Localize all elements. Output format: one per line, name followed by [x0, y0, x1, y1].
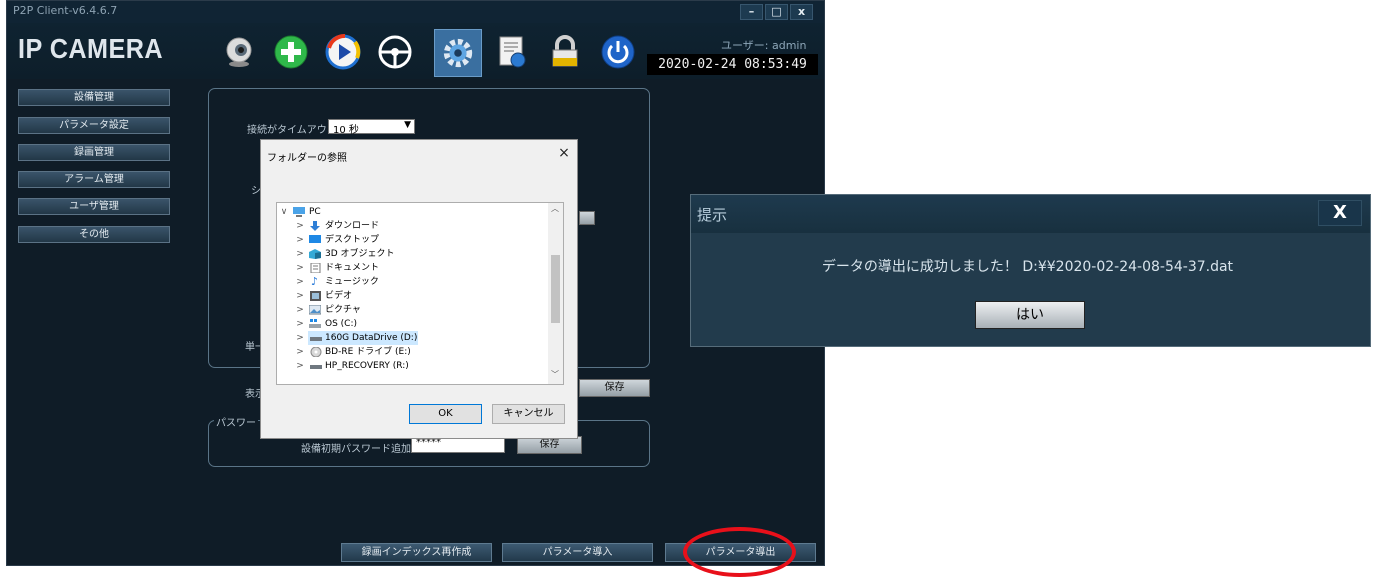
computer-icon: [293, 207, 305, 217]
app-logo: IP CAMERA: [18, 33, 164, 64]
save-button[interactable]: 保存: [579, 379, 650, 397]
tree-item-label: 3D オブジェクト: [325, 249, 395, 259]
disc-drive-icon: [310, 347, 322, 357]
pictures-icon: [309, 305, 321, 315]
sidebar-item-parameter-settings[interactable]: パラメータ設定: [18, 117, 170, 134]
sidebar-item-alarm-management[interactable]: アラーム管理: [18, 171, 170, 188]
play-icon[interactable]: [325, 34, 361, 70]
scroll-up-icon[interactable]: ︿: [551, 203, 559, 214]
sidebar-item-device-management[interactable]: 設備管理: [18, 89, 170, 106]
chevron-right-icon: >: [296, 319, 304, 329]
chevron-right-icon: >: [296, 221, 304, 231]
cube-icon: [309, 249, 321, 259]
hard-drive-icon: [310, 337, 322, 341]
tree-item-label: PC: [309, 207, 321, 217]
chevron-down-icon: ▼: [404, 120, 411, 130]
dialog-title: フォルダーの参照: [267, 153, 347, 164]
yes-button[interactable]: はい: [975, 301, 1085, 329]
tree-item-datadrive-d[interactable]: > 160G DataDrive (D:): [277, 331, 547, 345]
tree-item-label: デスクトップ: [325, 235, 380, 245]
cancel-button[interactable]: キャンセル: [492, 404, 565, 424]
chevron-right-icon: >: [296, 361, 304, 371]
chevron-right-icon: >: [296, 347, 304, 357]
notice-title-bar: 提示 X: [691, 195, 1370, 233]
sidebar-item-recording-management[interactable]: 録画管理: [18, 144, 170, 161]
tree-item-downloads[interactable]: > ダウンロード: [277, 219, 547, 233]
tree-item-hp-recovery-r[interactable]: > HP_RECOVERY (R:): [277, 359, 547, 373]
sidebar-item-user-management[interactable]: ユーザ管理: [18, 198, 170, 215]
webcam-icon[interactable]: [221, 34, 257, 70]
tree-item-label: ピクチャ: [325, 305, 361, 315]
settings-tab-highlight[interactable]: [434, 29, 482, 77]
chevron-right-icon: >: [296, 291, 304, 301]
add-icon[interactable]: [273, 34, 309, 70]
folder-browse-dialog: フォルダーの参照 × ∨ PC > ダウンロード > デスクトップ > 3D オ…: [260, 139, 578, 439]
document-file-icon: [310, 263, 321, 273]
settings-gear-icon: [443, 38, 473, 68]
header: IP CAMERA ユーザー: admin 2020-02-24 08:53:4…: [7, 23, 824, 79]
tree-item-label: ミュージック: [325, 277, 379, 287]
highlight-circle: [683, 527, 796, 577]
title-bar: P2P Client-v6.4.6.7 – □ x: [7, 1, 824, 23]
video-icon: [310, 291, 321, 301]
tree-item-label: BD-RE ドライブ (E:): [325, 347, 411, 357]
tree-scrollbar[interactable]: ︿ ﹀: [548, 203, 563, 384]
dialog-close-button[interactable]: ×: [555, 144, 573, 162]
chevron-right-icon: >: [296, 235, 304, 245]
tree-item-label: ビデオ: [325, 291, 353, 301]
clock-display: 2020-02-24 08:53:49: [647, 54, 818, 75]
timeout-label: 接続がタイムアウト: [247, 125, 337, 136]
window-title: P2P Client-v6.4.6.7: [13, 4, 118, 17]
desktop-icon: [309, 235, 321, 243]
hard-drive-icon: [310, 365, 322, 369]
document-icon[interactable]: [494, 34, 530, 70]
steering-wheel-icon[interactable]: [377, 34, 413, 70]
maximize-button[interactable]: □: [765, 4, 788, 20]
sidebar-item-other[interactable]: その他: [18, 226, 170, 243]
chevron-down-icon: ∨: [280, 207, 288, 217]
ok-button[interactable]: OK: [409, 404, 482, 424]
chevron-right-icon: >: [296, 305, 304, 315]
tree-item-bd-re-e[interactable]: > BD-RE ドライブ (E:): [277, 345, 547, 359]
tree-item-label: HP_RECOVERY (R:): [325, 361, 409, 371]
tree-item-pictures[interactable]: > ピクチャ: [277, 303, 547, 317]
import-params-button[interactable]: パラメータ導入: [502, 543, 653, 562]
folder-tree[interactable]: ∨ PC > ダウンロード > デスクトップ > 3D オブジェクト > ドキュ…: [276, 202, 564, 385]
windows-drive-icon: [309, 319, 321, 328]
chevron-right-icon: >: [296, 249, 304, 259]
notice-close-button[interactable]: X: [1318, 200, 1362, 226]
timeout-value: 10 秒: [333, 125, 359, 136]
tree-item-os-c[interactable]: > OS (C:): [277, 317, 547, 331]
minimize-button[interactable]: –: [740, 4, 763, 20]
close-button[interactable]: x: [790, 4, 813, 20]
scroll-down-icon[interactable]: ﹀: [551, 369, 559, 380]
lock-icon[interactable]: [547, 34, 583, 70]
password-label: 設備初期パスワード追加: [301, 444, 411, 455]
rebuild-index-button[interactable]: 録画インデックス再作成: [341, 543, 492, 562]
tree-item-label: ダウンロード: [325, 221, 380, 231]
tree-item-music[interactable]: > ♪ ミュージック: [277, 275, 547, 289]
tree-item-3d-objects[interactable]: > 3D オブジェクト: [277, 247, 547, 261]
download-icon: [310, 221, 320, 231]
scrollbar-thumb[interactable]: [551, 255, 560, 323]
tree-item-label: 160G DataDrive (D:): [325, 333, 418, 343]
hidden-partial-button[interactable]: [579, 211, 595, 225]
user-label: ユーザー: admin: [721, 39, 807, 52]
power-icon[interactable]: [600, 34, 636, 70]
tree-item-label: OS (C:): [325, 319, 357, 329]
password-group-label: パスワー: [214, 414, 258, 429]
notice-title: 提示: [697, 206, 728, 224]
chevron-right-icon: >: [296, 263, 304, 273]
tree-item-label: ドキュメント: [325, 263, 380, 273]
chevron-right-icon: >: [296, 333, 304, 343]
timeout-select[interactable]: 10 秒 ▼: [328, 119, 415, 136]
chevron-right-icon: >: [296, 277, 304, 287]
music-note-icon: ♪: [311, 275, 319, 288]
tree-item-pc[interactable]: ∨ PC: [277, 205, 547, 219]
tree-item-desktop[interactable]: > デスクトップ: [277, 233, 547, 247]
notice-message: データの導出に成功しました！ D:¥¥2020-02-24-08-54-37.d…: [821, 259, 1234, 275]
tree-item-documents[interactable]: > ドキュメント: [277, 261, 547, 275]
tree-item-videos[interactable]: > ビデオ: [277, 289, 547, 303]
